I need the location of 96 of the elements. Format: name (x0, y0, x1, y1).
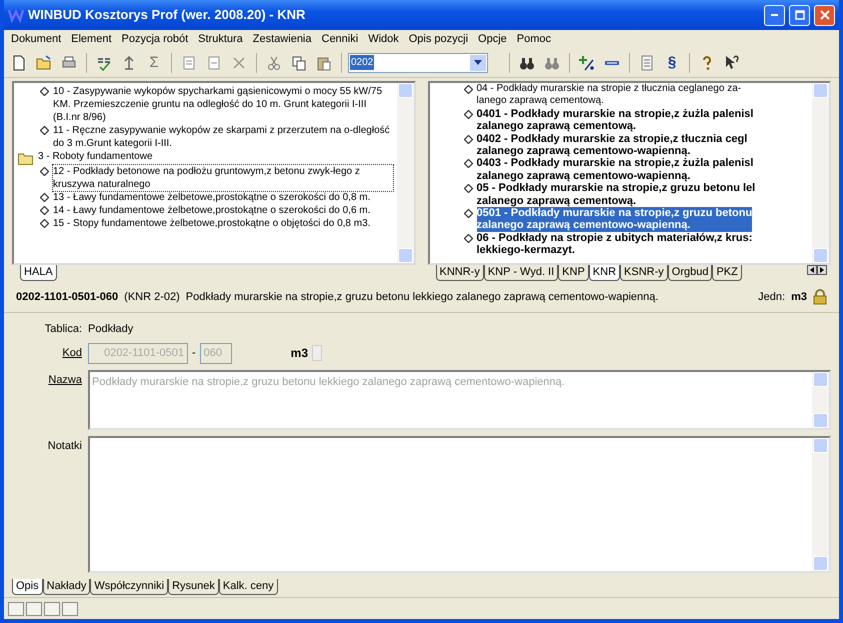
menu-item[interactable]: Dokument (6, 30, 66, 48)
sigma-button[interactable]: Σ (143, 52, 165, 74)
scrollbar[interactable] (812, 372, 829, 428)
diamond-icon (464, 110, 472, 119)
diamond-icon (464, 184, 472, 194)
tab[interactable]: KNP - Wyd. II (484, 265, 558, 281)
position-code: 0202-1101-0501-060 (16, 290, 118, 305)
close-icon (820, 10, 830, 20)
tab[interactable]: Rysunek (168, 579, 219, 595)
minimize-button[interactable] (764, 4, 785, 26)
tab[interactable]: Kalk. ceny (218, 579, 278, 595)
menu-item[interactable]: Widok (363, 30, 404, 48)
tree-item[interactable]: 10 - Zasypywanie wykopów spycharkami gąsienicowymi o mocy 55 kW/75 KM. Przemieszczenie gruntu na odległość do 10 m. Grunt kategorii I-III (B.I.nr 8/96) (53, 85, 392, 124)
tab[interactable]: KNR (588, 265, 620, 281)
tab[interactable]: KSNR-y (620, 265, 668, 281)
menu-item[interactable]: Struktura (193, 30, 248, 48)
tree-item[interactable]: 05 - Podkłady murarskie na stropie,z gruzu betonu lel zalanego zaprawą cementową. (476, 182, 756, 208)
menu-item[interactable]: Opis pozycji (404, 30, 474, 48)
menu-item[interactable]: Pozycja robót (116, 30, 194, 48)
cut-icon[interactable] (266, 54, 282, 70)
field-label: Tablica: (44, 322, 82, 336)
layout-button[interactable] (62, 602, 78, 616)
field-label: Kod (61, 346, 82, 361)
close-button[interactable] (814, 4, 835, 26)
tree-item[interactable]: 15 - Stopy fundamentowe żelbetowe,prostokątne o objętości do 0,8 m3. (53, 217, 370, 230)
tree-item[interactable]: 13 - Ławy fundamentowe żelbetowe,prostokątne o szerokości do 0,8 m. (53, 191, 370, 204)
code-combo[interactable]: 0202 (348, 52, 488, 72)
diamond-icon (40, 126, 49, 135)
copy-icon[interactable] (291, 54, 307, 70)
notes-field[interactable] (88, 436, 831, 573)
tab[interactable]: Nakłady (42, 579, 90, 595)
lock-icon (813, 289, 827, 306)
menu-item[interactable]: Opcje (473, 30, 512, 48)
layout-button[interactable] (44, 602, 60, 616)
paste-icon[interactable] (316, 54, 332, 70)
page-icon[interactable] (181, 54, 197, 70)
tree-item[interactable]: 0401 - Podkłady murarskie na stropie,z żużla palenisl zalanego zaprawą cementową. (476, 108, 754, 133)
tree-item[interactable]: 14 - Ławy fundamentowe żelbetowe,prostokątne o szerokości do 0,6 m. (53, 204, 370, 217)
tab[interactable]: Współczynniki (90, 579, 168, 595)
context-help-icon[interactable] (724, 54, 740, 70)
diamond-icon (464, 134, 472, 144)
tree-item[interactable]: 11 - Ręczne zasypywanie wykopów ze skarpami z przerzutem na o-dległość do 3 m.Grunt kategorii I-III. (53, 124, 392, 150)
diamond-icon (464, 234, 472, 243)
tree-item[interactable]: 06 - Podkłady na stropie z ubitych materiałów,z krus: lekkiego-kermazyt. (476, 232, 752, 257)
scrollbar[interactable] (396, 83, 414, 263)
unit-value: m3 (791, 290, 807, 305)
menu-item[interactable]: Element (66, 30, 116, 48)
app-logo-icon (8, 7, 24, 23)
delete-icon[interactable] (231, 54, 247, 70)
open-folder-icon[interactable] (36, 54, 52, 70)
add-percent-icon[interactable] (579, 54, 595, 70)
menu-item[interactable]: Zestawienia (248, 30, 316, 48)
scrollbar[interactable] (812, 83, 829, 263)
table-value: Podkłady (88, 322, 134, 336)
tab[interactable]: Orgbud (668, 265, 712, 281)
tab[interactable]: KNP (558, 265, 589, 281)
new-document-icon[interactable] (11, 54, 27, 70)
separator-text: - (192, 346, 196, 361)
layout-button[interactable] (8, 602, 24, 616)
paragraph-button[interactable]: § (661, 52, 683, 74)
position-description: Podkłady murarskie na stropie,z gruzu betonu lekkiego zalanego zaprawą cementowo-wapienną. (186, 290, 660, 305)
tab[interactable]: Opis (12, 579, 43, 595)
tree-item[interactable]: 0402 - Podkłady murarskie za stropie,z tłucznia cegl zalanego zaprawą cementowo-wapienną. (476, 132, 748, 158)
menu-item[interactable]: Pomoc (512, 30, 556, 48)
document-icon[interactable] (639, 54, 655, 70)
page-icon[interactable] (206, 54, 222, 70)
scroll-left-icon[interactable] (807, 265, 817, 275)
window-title: WINBUD Kosztorys Prof (wer. 2008.20) - KNR (28, 6, 306, 24)
catalog-label: (KNR 2-02) (124, 290, 180, 305)
maximize-button[interactable] (789, 4, 810, 26)
tab[interactable]: HALA (20, 265, 57, 281)
maximize-icon (794, 10, 804, 20)
folder-icon (18, 152, 34, 165)
print-icon[interactable] (61, 54, 77, 70)
dropdown-icon[interactable] (474, 60, 482, 65)
scroll-right-icon[interactable] (817, 265, 827, 275)
tree-item[interactable]: 0403 - Podkłady murarskie na stropie,z żużla palenisl zalanego zaprawą cementowo-wapienną. (476, 157, 754, 182)
field-label: Notatki (46, 438, 82, 454)
tree-item[interactable]: 0501 - Podkłady murarskie na stropie,z gruzu betonu zalanego zaprawą cementowo-wapienną. (476, 207, 752, 232)
tree-item[interactable]: 3 - Roboty fundamentowe (38, 150, 153, 163)
scrollbar[interactable] (812, 438, 829, 571)
tab[interactable]: KNNR-y (436, 265, 484, 281)
diamond-icon (464, 85, 472, 94)
diamond-icon (464, 209, 472, 218)
tree-item[interactable]: 12 - Podkłady betonowe na podłożu gruntowym,z betonu zwyk-łego z kruszywa naturalnego (53, 165, 392, 191)
menu-item[interactable]: Cenniki (316, 30, 364, 48)
field-label: Nazwa (47, 372, 82, 388)
tree-item[interactable]: 04 - Podkłady murarskie na stropie z tłucznia ceglanego za- lanego zaprawą cementową. (476, 83, 742, 108)
minimize-icon (771, 14, 778, 16)
unit-label: Jedn: (758, 290, 786, 305)
diamond-icon (464, 159, 472, 168)
tab[interactable]: PKZ (712, 265, 742, 281)
layout-button[interactable] (26, 602, 42, 616)
diamond-icon (40, 87, 49, 96)
unit-value: m3 (290, 345, 308, 362)
diamond-icon (40, 167, 49, 176)
